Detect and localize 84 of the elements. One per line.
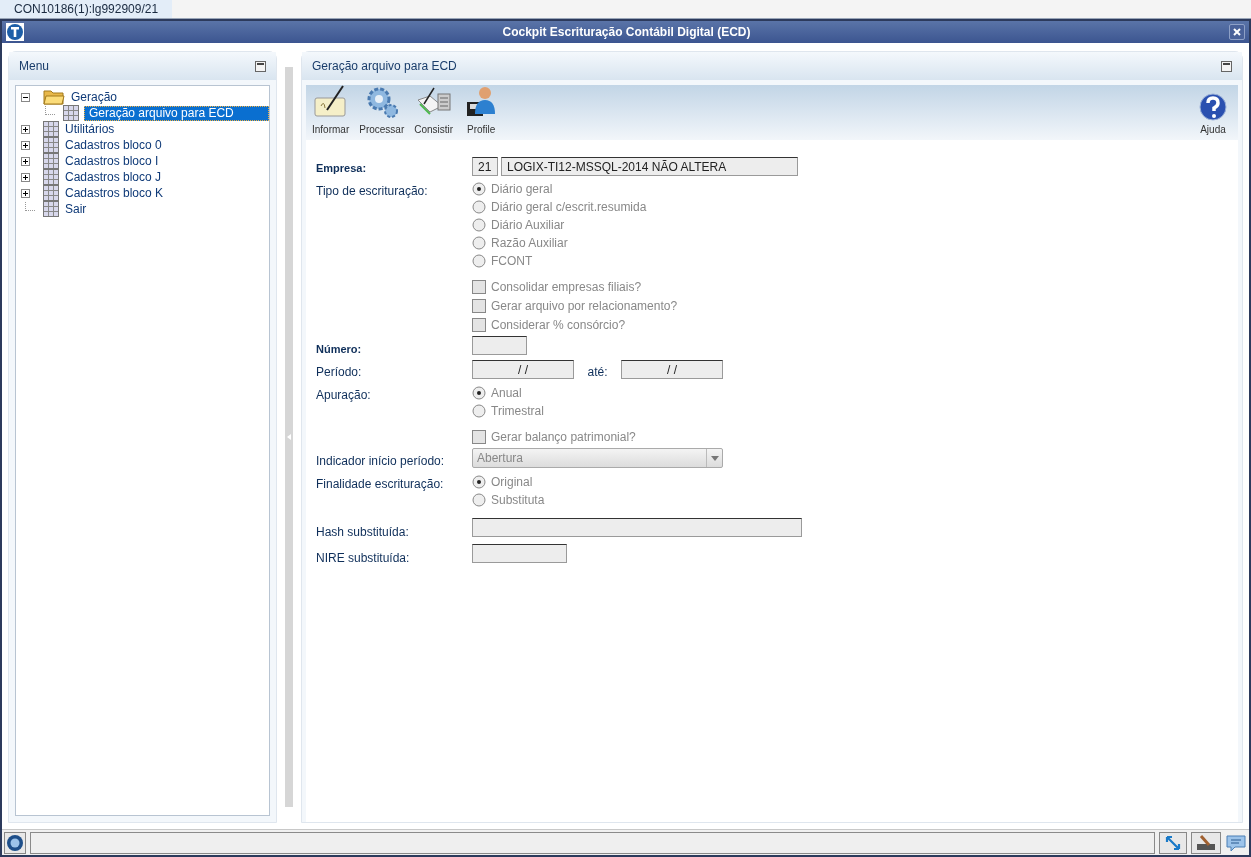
- tree-item[interactable]: Cadastros bloco K: [64, 184, 165, 202]
- field-label: Número:: [316, 341, 363, 357]
- tree-item[interactable]: Sair: [64, 200, 88, 218]
- field-label: Hash substituída:: [316, 524, 410, 541]
- input-field[interactable]: [472, 335, 527, 355]
- folder-icon: [43, 89, 65, 105]
- company-field[interactable]: LOGIX-TI12-MSSQL-2014 NÃO ALTERA: [501, 157, 798, 176]
- radio-button[interactable]: [472, 475, 486, 489]
- field-label: NIRE substituída:: [316, 550, 411, 567]
- checkbox-label[interactable]: Considerar % consórcio?: [491, 315, 626, 334]
- tree-item[interactable]: Cadastros bloco I: [64, 152, 160, 170]
- radio-label[interactable]: Substituta: [491, 491, 545, 509]
- grid-icon: [43, 185, 59, 201]
- field-label: Indicador início período:: [316, 453, 446, 470]
- radio-button[interactable]: [472, 235, 486, 250]
- tree-item[interactable]: Cadastros bloco J: [64, 168, 163, 186]
- expand-icon[interactable]: [21, 156, 30, 166]
- panel-title: Geração arquivo para ECD: [312, 58, 457, 75]
- minimize-icon[interactable]: [255, 60, 266, 72]
- code-field[interactable]: 21: [472, 157, 498, 176]
- grid-icon: [43, 201, 59, 217]
- radio-button[interactable]: [472, 493, 486, 507]
- radio-label[interactable]: Original: [491, 473, 533, 491]
- toolbar-button[interactable]: Informar: [312, 84, 350, 137]
- radio-label[interactable]: Razão Auxiliar: [491, 233, 568, 252]
- tree-item[interactable]: Utilitários: [64, 120, 116, 138]
- date-field[interactable]: / /: [621, 360, 723, 379]
- checkbox-label[interactable]: Consolidar empresas filiais?: [491, 277, 642, 296]
- field-label: Apuração:: [316, 387, 372, 404]
- field-label: Empresa:: [316, 161, 368, 176]
- tree-item[interactable]: Geração: [70, 88, 119, 106]
- checkbox[interactable]: [472, 298, 486, 313]
- grid-icon: [43, 121, 59, 137]
- close-icon: [1233, 28, 1241, 36]
- field-label: Finalidade escrituração:: [316, 476, 445, 493]
- expand-icon[interactable]: [21, 188, 30, 198]
- radio-button[interactable]: [472, 404, 486, 418]
- radio-label[interactable]: Trimestral: [491, 402, 544, 420]
- radio-button[interactable]: [472, 199, 486, 214]
- date-field[interactable]: / /: [472, 360, 574, 379]
- app-logo-icon: [6, 23, 24, 41]
- checkbox[interactable]: [472, 279, 486, 294]
- window-title: Cockpit Escrituração Contábil Digital (ECD): [501, 24, 752, 41]
- help-button[interactable]: Ajuda: [1198, 92, 1228, 137]
- radio-button[interactable]: [472, 181, 486, 196]
- tree-item[interactable]: Geração arquivo para ECD: [84, 105, 269, 121]
- tree-item[interactable]: Cadastros bloco 0: [64, 136, 163, 154]
- window-tab[interactable]: CON10186(1):lg992909/21: [0, 0, 173, 18]
- radio-label[interactable]: Diário geral c/escrit.resumida: [491, 197, 647, 216]
- grid-icon: [43, 137, 59, 153]
- input-field[interactable]: [472, 544, 567, 563]
- checkbox-label[interactable]: Gerar arquivo por relacionamento?: [491, 296, 678, 315]
- checkbox[interactable]: [472, 317, 486, 332]
- checkbox[interactable]: [472, 430, 486, 444]
- radio-label[interactable]: Anual: [491, 384, 522, 402]
- radio-button[interactable]: [472, 217, 486, 232]
- grid-icon: [43, 169, 59, 185]
- toolbar-button[interactable]: Processar: [359, 84, 405, 137]
- pen-paper-icon: [312, 84, 349, 120]
- expand-icon[interactable]: [21, 124, 30, 134]
- radio-label[interactable]: Diário Auxiliar: [491, 215, 565, 234]
- input-field[interactable]: [472, 518, 802, 537]
- panel-title: Menu: [19, 58, 50, 75]
- field-label: até:: [586, 364, 609, 381]
- field-label: Tipo de escrituração:: [316, 182, 429, 200]
- field-label: Período:: [316, 364, 363, 381]
- close-button[interactable]: [1229, 24, 1245, 40]
- dropdown-arrow-icon[interactable]: [710, 455, 719, 461]
- toolbar-button[interactable]: Profile: [463, 84, 500, 137]
- checkbox-label[interactable]: Gerar balanço patrimonial?: [491, 428, 636, 446]
- grid-icon: [63, 105, 79, 121]
- minimize-icon[interactable]: [1221, 60, 1232, 72]
- radio-label[interactable]: FCONT: [491, 251, 533, 270]
- collapse-icon[interactable]: [21, 92, 30, 102]
- globe-icon[interactable]: [4, 831, 26, 854]
- tools-icon[interactable]: [1191, 831, 1221, 854]
- expand-icon[interactable]: [21, 140, 30, 150]
- radio-button[interactable]: [472, 253, 486, 268]
- toolbar-button[interactable]: Consistir: [414, 84, 454, 137]
- expand-icon[interactable]: [21, 172, 30, 182]
- radio-label[interactable]: Diário geral: [491, 179, 553, 198]
- help-icon: [1198, 92, 1228, 122]
- radio-button[interactable]: [472, 386, 486, 400]
- grid-icon: [43, 153, 59, 169]
